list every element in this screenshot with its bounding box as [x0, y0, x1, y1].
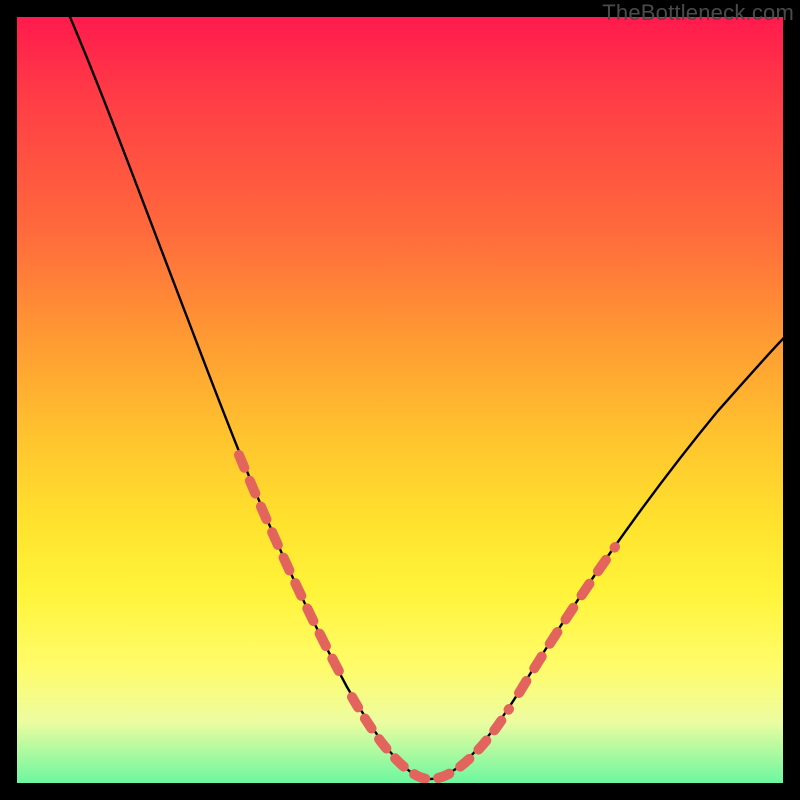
plot-area: [17, 17, 783, 783]
watermark-text: TheBottleneck.com: [602, 0, 794, 26]
curve-svg: [17, 17, 783, 783]
highlight-right-dash: [519, 547, 615, 693]
chart-frame: TheBottleneck.com: [0, 0, 800, 800]
highlight-left-dash: [239, 455, 342, 677]
highlight-bottom-dash: [352, 697, 509, 779]
bottleneck-curve: [57, 17, 783, 779]
